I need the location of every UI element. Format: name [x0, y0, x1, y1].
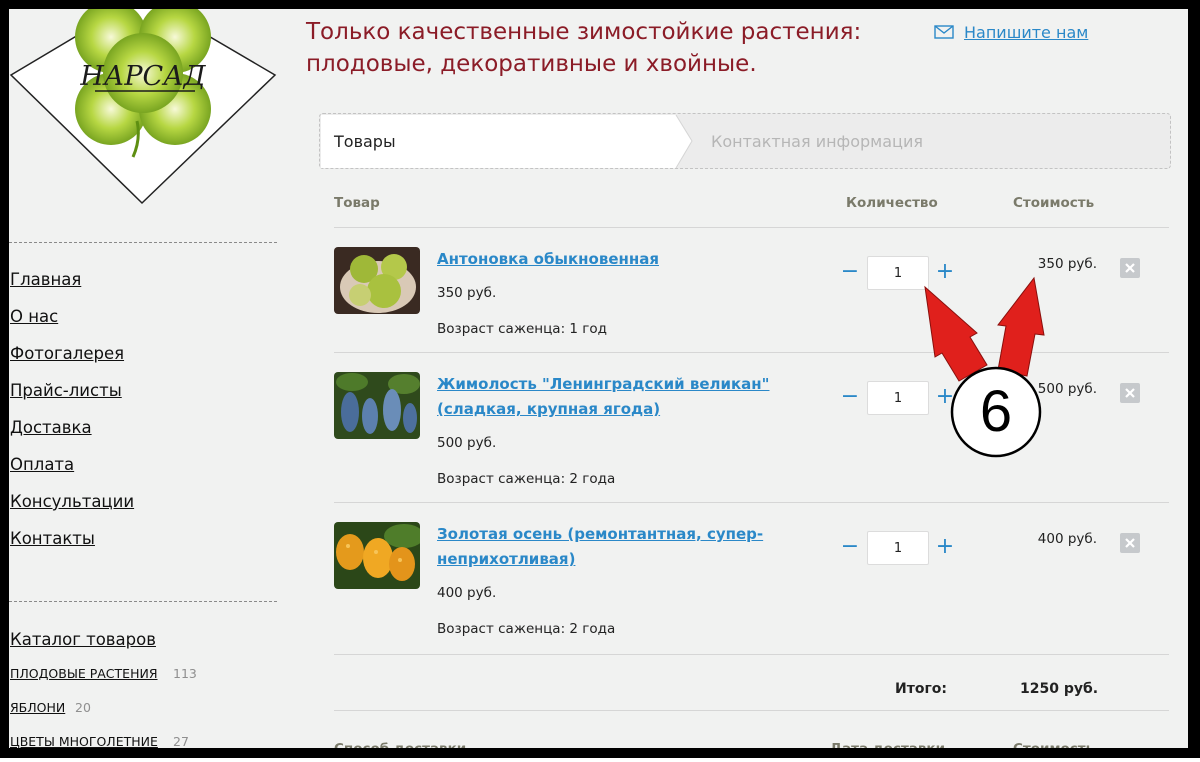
row-divider [334, 654, 1169, 655]
menu-consultations[interactable]: Консультации [10, 492, 134, 511]
increase-quantity-button[interactable]: + [934, 258, 956, 288]
product-thumbnail-apple[interactable] [334, 247, 420, 314]
quantity-stepper: − + [839, 256, 954, 292]
product-cost: 350 руб. [1037, 256, 1097, 272]
menu-gallery[interactable]: Фотогалерея [10, 344, 124, 363]
delivery-method-header: Способ доставки [334, 741, 467, 757]
cart-row: Жимолость "Ленинградский великан" (сладк… [334, 372, 1169, 522]
quantity-input[interactable] [867, 381, 929, 415]
menu-payment[interactable]: Оплата [10, 455, 74, 474]
decrease-quantity-button[interactable]: − [839, 258, 861, 288]
close-icon [1125, 538, 1135, 548]
quantity-stepper: − + [839, 381, 954, 417]
delivery-cost-header: Стоимость [1013, 741, 1095, 757]
decrease-quantity-button[interactable]: − [839, 533, 861, 563]
increase-quantity-button[interactable]: + [934, 533, 956, 563]
row-divider [334, 227, 1169, 228]
step-products[interactable]: Товары [334, 132, 396, 151]
remove-item-button[interactable] [1120, 533, 1140, 553]
menu-delivery[interactable]: Доставка [10, 418, 92, 437]
row-divider [334, 502, 1169, 503]
catalog-title-link[interactable]: Каталог товаров [10, 630, 156, 649]
logo-text: НАРСАД [79, 61, 206, 92]
product-cost: 400 руб. [1037, 531, 1097, 547]
delivery-date-header: Дата доставки [830, 741, 946, 757]
sidebar-separator [9, 242, 277, 243]
write-us-link[interactable]: Напишите нам [934, 21, 1088, 43]
increase-quantity-button[interactable]: + [934, 383, 956, 413]
product-name-link[interactable]: Золотая осень (ремонтантная, супер-непри… [437, 522, 822, 572]
tagline-line-2: плодовые, декоративные и хвойные. [306, 51, 757, 77]
page-frame: НАРСАД Главная О нас Фотогалерея Прайс-л… [0, 0, 1200, 758]
close-icon [1125, 263, 1135, 273]
menu-about[interactable]: О нас [10, 307, 58, 326]
tagline-line-1: Только качественные зимостойкие растения… [306, 19, 862, 45]
catalog-item-apple-trees[interactable]: ЯБЛОНИ [10, 700, 65, 715]
step-contact-info[interactable]: Контактная информация [711, 132, 923, 151]
product-age: Возраст саженца: 1 год [437, 321, 607, 337]
column-header-cost: Стоимость [1013, 195, 1095, 211]
product-price: 400 руб. [437, 585, 497, 601]
sidebar-separator [9, 601, 277, 602]
product-age: Возраст саженца: 2 года [437, 621, 616, 637]
decrease-quantity-button[interactable]: − [839, 383, 861, 413]
product-thumbnail-raspberry[interactable] [334, 522, 420, 589]
product-name-link[interactable]: Жимолость "Ленинградский великан" (сладк… [437, 372, 822, 422]
catalog-count: 113 [173, 666, 197, 681]
remove-item-button[interactable] [1120, 383, 1140, 403]
envelope-icon [934, 25, 954, 39]
menu-home[interactable]: Главная [10, 270, 81, 289]
row-divider [334, 352, 1169, 353]
product-cost: 500 руб. [1037, 381, 1097, 397]
site-logo[interactable]: НАРСАД [9, 9, 294, 224]
row-divider [334, 710, 1169, 711]
column-header-quantity: Количество [846, 195, 938, 211]
quantity-input[interactable] [867, 531, 929, 565]
checkout-steps: Товары Контактная информация [319, 113, 1171, 169]
product-thumbnail-honeysuckle[interactable] [334, 372, 420, 439]
product-age: Возраст саженца: 2 года [437, 471, 616, 487]
menu-contacts[interactable]: Контакты [10, 529, 95, 548]
total-label: Итого: [895, 681, 947, 697]
quantity-input[interactable] [867, 256, 929, 290]
product-name-link[interactable]: Антоновка обыкновенная [437, 247, 822, 272]
cart-row: Золотая осень (ремонтантная, супер-непри… [334, 522, 1169, 672]
catalog-count: 27 [173, 734, 189, 749]
close-icon [1125, 388, 1135, 398]
catalog-item-fruit-plants[interactable]: ПЛОДОВЫЕ РАСТЕНИЯ [10, 666, 158, 681]
column-header-product: Товар [334, 195, 380, 211]
menu-price-lists[interactable]: Прайс-листы [10, 381, 122, 400]
write-us-label[interactable]: Напишите нам [964, 23, 1088, 42]
page-tagline: Только качественные зимостойкие растения… [306, 16, 916, 80]
total-value: 1250 руб. [1020, 681, 1099, 697]
product-price: 350 руб. [437, 285, 497, 301]
quantity-stepper: − + [839, 531, 954, 567]
product-price: 500 руб. [437, 435, 497, 451]
remove-item-button[interactable] [1120, 258, 1140, 278]
catalog-count: 20 [75, 700, 91, 715]
catalog-item-perennial-flowers[interactable]: ЦВЕТЫ МНОГОЛЕТНИЕ [10, 734, 158, 748]
sidebar: НАРСАД Главная О нас Фотогалерея Прайс-л… [9, 9, 294, 748]
